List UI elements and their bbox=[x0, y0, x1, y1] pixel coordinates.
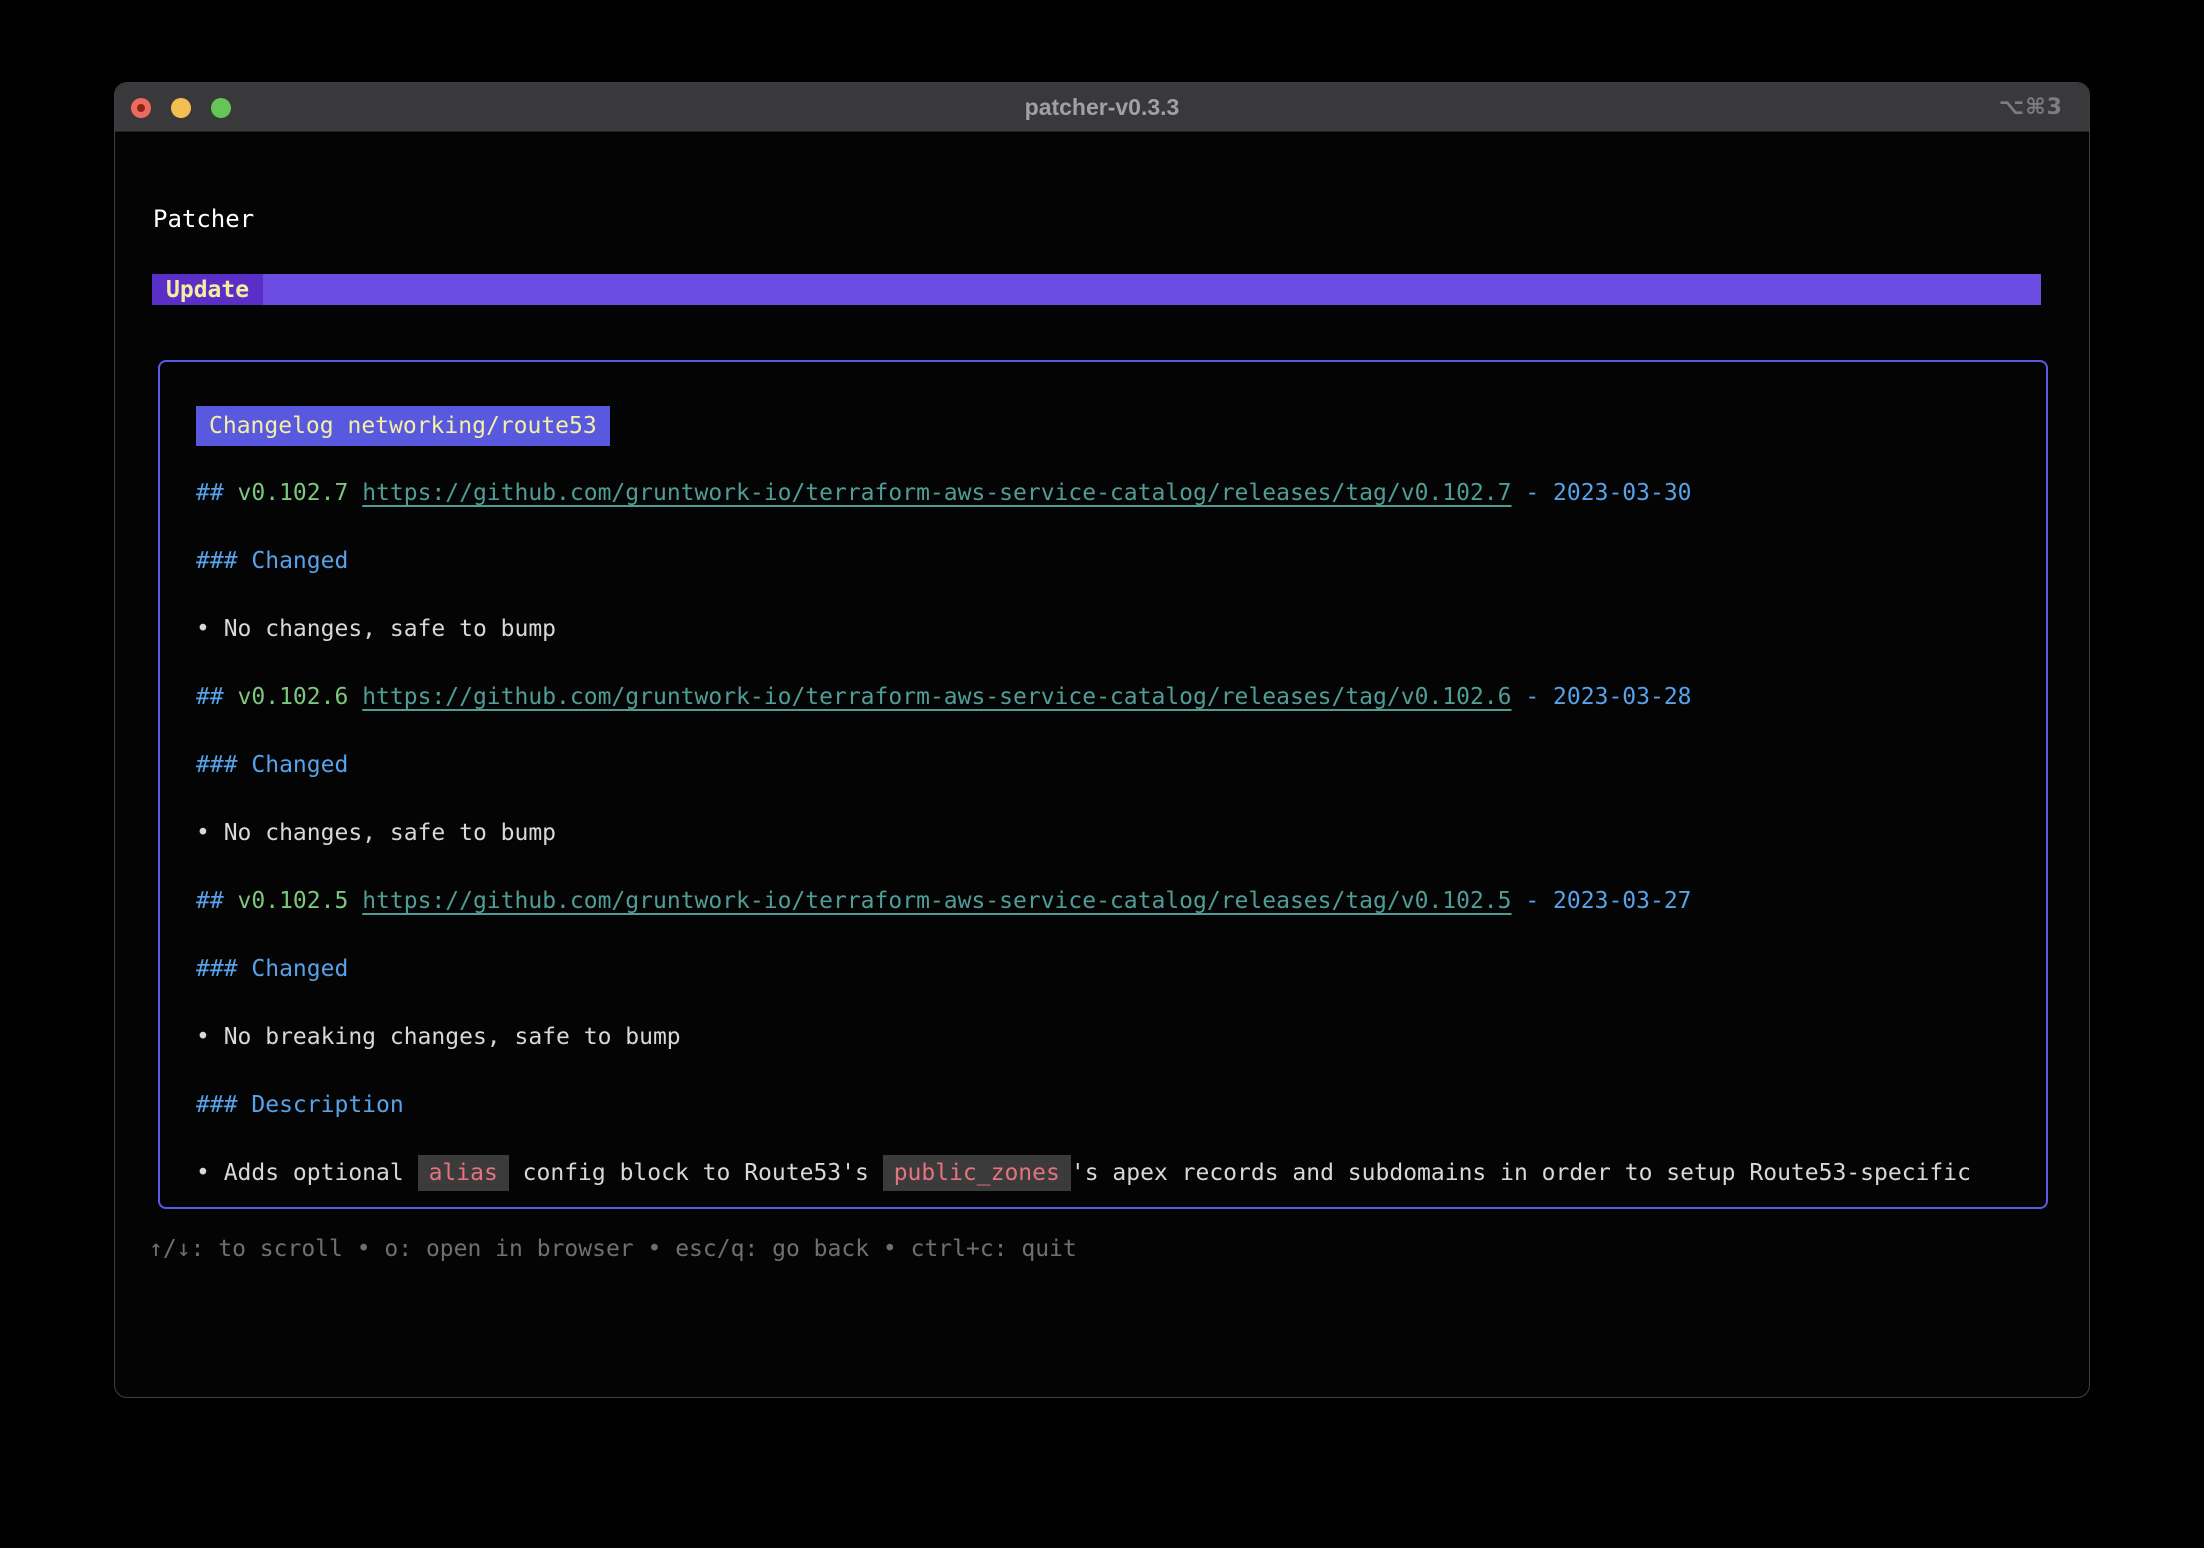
changelog-line: • Adds optional alias config block to Ro… bbox=[196, 1139, 2028, 1207]
text-segment: v0.102.6 bbox=[238, 684, 349, 710]
text-segment: - 2023-03-28 bbox=[1512, 684, 1692, 710]
text-segment: - 2023-03-30 bbox=[1512, 480, 1692, 506]
changelog-line: ### Changed bbox=[196, 731, 2028, 799]
text-segment: ## bbox=[196, 684, 238, 710]
app-title: Patcher bbox=[153, 204, 2089, 234]
text-segment: ### Changed bbox=[196, 956, 348, 982]
desktop: { "window": { "title": "patcher-v0.3.3",… bbox=[0, 0, 2204, 1548]
text-segment: v0.102.7 bbox=[238, 480, 349, 506]
changelog-viewport[interactable]: Changelog networking/route53 ## v0.102.7… bbox=[158, 360, 2048, 1209]
changelog-line: ### Changed bbox=[196, 935, 2028, 1003]
changelog-line: • No changes, safe to bump bbox=[196, 595, 2028, 663]
window-shortcut: ⌥⌘3 bbox=[1999, 83, 2063, 132]
text-segment: • No breaking changes, safe to bump bbox=[196, 1024, 681, 1050]
tab-bar: Update bbox=[152, 274, 2041, 305]
tab-bar-fill bbox=[263, 274, 2041, 305]
close-button[interactable] bbox=[131, 98, 151, 118]
tab-update[interactable]: Update bbox=[152, 274, 263, 305]
text-segment: • No changes, safe to bump bbox=[196, 820, 556, 846]
text-segment: ### Changed bbox=[196, 548, 348, 574]
changelog-lines: ## v0.102.7 https://github.com/gruntwork… bbox=[196, 459, 2028, 1207]
release-link[interactable]: https://github.com/gruntwork-io/terrafor… bbox=[362, 888, 1511, 914]
text-segment: - 2023-03-27 bbox=[1512, 888, 1692, 914]
text-segment: 's apex records and subdomains in order … bbox=[1071, 1160, 1971, 1186]
window-title: patcher-v0.3.3 bbox=[115, 94, 2089, 121]
text-segment: • No changes, safe to bump bbox=[196, 616, 556, 642]
changelog-badge: Changelog networking/route53 bbox=[196, 406, 610, 446]
changelog-line: ### Description bbox=[196, 1071, 2028, 1139]
text-segment bbox=[348, 684, 362, 710]
window-titlebar: patcher-v0.3.3 ⌥⌘3 bbox=[115, 83, 2089, 132]
release-link[interactable]: https://github.com/gruntwork-io/terrafor… bbox=[362, 684, 1511, 710]
inline-code: public_zones bbox=[883, 1155, 1071, 1191]
text-segment: config block to Route53's bbox=[509, 1160, 883, 1186]
inline-code: alias bbox=[418, 1155, 509, 1191]
minimize-button[interactable] bbox=[171, 98, 191, 118]
text-segment bbox=[348, 888, 362, 914]
text-segment: • Adds optional bbox=[196, 1160, 418, 1186]
traffic-lights bbox=[131, 83, 231, 132]
text-segment: v0.102.5 bbox=[238, 888, 349, 914]
text-segment: ## bbox=[196, 888, 238, 914]
changelog-line: ## v0.102.5 https://github.com/gruntwork… bbox=[196, 867, 2028, 935]
changelog-line: ### Changed bbox=[196, 527, 2028, 595]
text-segment: ### Description bbox=[196, 1092, 404, 1118]
release-link[interactable]: https://github.com/gruntwork-io/terrafor… bbox=[362, 480, 1511, 506]
text-segment: ### Changed bbox=[196, 752, 348, 778]
text-segment bbox=[348, 480, 362, 506]
help-bar: ↑/↓: to scroll • o: open in browser • es… bbox=[149, 1235, 2089, 1263]
text-segment: ## bbox=[196, 480, 238, 506]
zoom-button[interactable] bbox=[211, 98, 231, 118]
changelog-line: ## v0.102.6 https://github.com/gruntwork… bbox=[196, 663, 2028, 731]
app-window: patcher-v0.3.3 ⌥⌘3 Patcher Update Change… bbox=[114, 82, 2090, 1398]
changelog-line: • No changes, safe to bump bbox=[196, 799, 2028, 867]
changelog-line: ## v0.102.7 https://github.com/gruntwork… bbox=[196, 459, 2028, 527]
changelog-line: • No breaking changes, safe to bump bbox=[196, 1003, 2028, 1071]
